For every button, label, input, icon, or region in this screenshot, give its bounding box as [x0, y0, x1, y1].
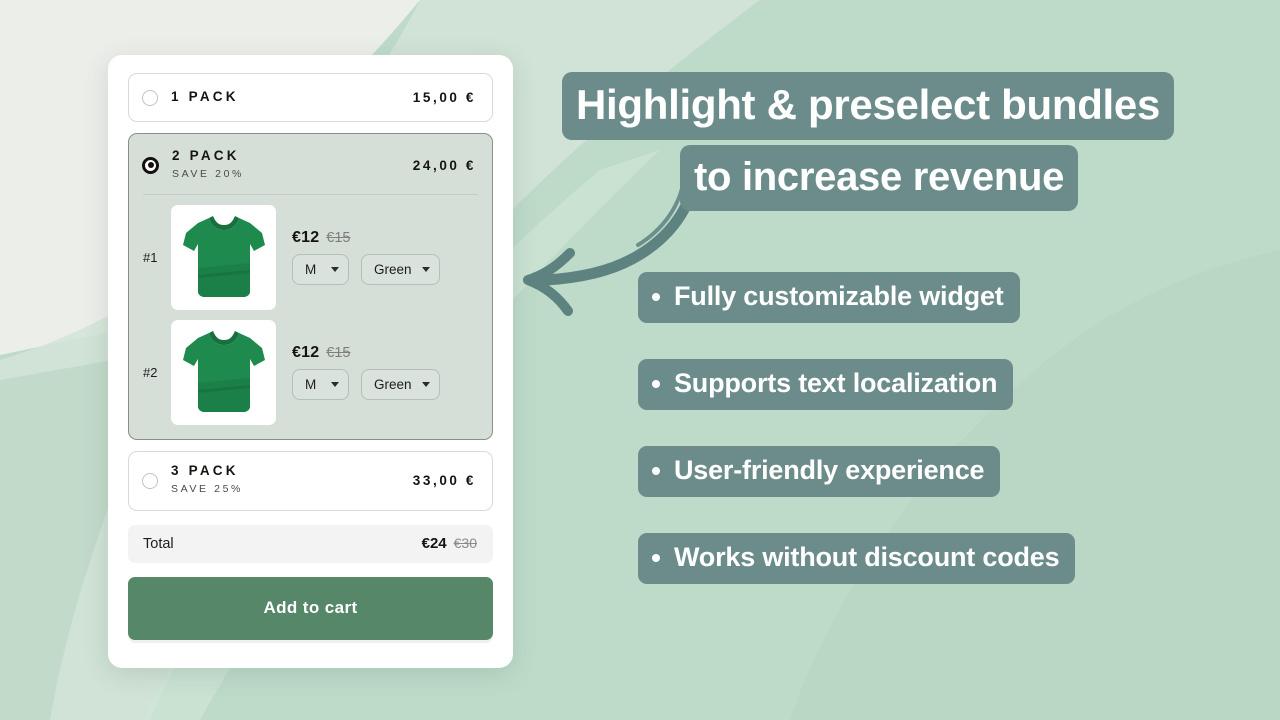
bullet-dot-icon [652, 553, 660, 562]
chevron-down-icon [421, 382, 430, 388]
bundle-option-1-pack[interactable]: 1 PACK 15,00 € [128, 73, 493, 122]
color-select[interactable]: Green [361, 369, 440, 401]
option-price: 24,00 € [412, 157, 476, 173]
item-variant-selectors: M Green [292, 369, 440, 401]
item-prices: €12 €15 [292, 344, 440, 362]
bullet-row: Fully customizable widget [638, 272, 1238, 359]
headline-line-2-wrap: to increase revenue [562, 140, 1234, 211]
option-labels: 1 PACK [171, 89, 239, 106]
color-value: Green [374, 262, 412, 278]
chevron-down-icon [331, 267, 339, 273]
option-labels: 2 PACK SAVE 20% [172, 148, 244, 183]
option-title: 2 PACK [172, 148, 240, 163]
item-index: #2 [143, 364, 158, 380]
size-select[interactable]: M [292, 254, 349, 286]
chevron-down-icon [421, 267, 430, 273]
item-prices: €12 €15 [292, 229, 440, 247]
bullet-dot-icon [652, 466, 660, 475]
bullet-row: Works without discount codes [638, 533, 1238, 620]
feature-bullet: Supports text localization [638, 359, 1014, 410]
option-title: 3 PACK [171, 463, 239, 479]
item-details: €12 €15 M Green [292, 229, 440, 286]
item-price: €12 [292, 344, 320, 362]
add-to-cart-button[interactable]: Add to cart [128, 576, 493, 640]
headline-line-2: to increase revenue [680, 145, 1079, 211]
radio-1-pack[interactable] [142, 89, 158, 106]
total-value: €24 [421, 535, 447, 553]
feature-bullet: Works without discount codes [638, 533, 1076, 584]
tshirt-icon [182, 216, 265, 298]
radio-3-pack[interactable] [142, 472, 158, 489]
bundle-option-2-pack[interactable]: 2 PACK SAVE 20% 24,00 € #1 €12 €15 M Gre… [128, 133, 493, 440]
bundle-item-row: #2 €12 €15 M Green [143, 319, 478, 425]
bullet-dot-icon [652, 379, 660, 388]
radio-2-pack[interactable] [142, 156, 159, 174]
feature-bullet-label: Fully customizable widget [674, 281, 1004, 311]
bullet-row: User-friendly experience [638, 446, 1238, 533]
item-price: €12 [292, 229, 320, 247]
item-compare-price: €15 [326, 345, 351, 362]
total-compare-value: €30 [453, 535, 477, 552]
item-details: €12 €15 M Green [292, 344, 440, 401]
bundle-items-list: #1 €12 €15 M Green #2 €12 €15 M Green [129, 195, 492, 439]
total-values: €24 €30 [422, 535, 477, 552]
feature-bullet-label: Supports text localization [674, 368, 998, 398]
feature-bullet-list: Fully customizable widget Supports text … [638, 272, 1238, 620]
headline-line-1-wrap: Highlight & preselect bundles [562, 72, 1234, 140]
bundle-option-3-pack[interactable]: 3 PACK SAVE 25% 33,00 € [128, 450, 493, 511]
promo-headline: Highlight & preselect bundles to increas… [562, 72, 1234, 211]
option-price: 15,00 € [412, 90, 476, 105]
color-value: Green [374, 377, 412, 393]
bundle-widget-card: 1 PACK 15,00 € 2 PACK SAVE 20% 24,00 € #… [108, 55, 513, 668]
bullet-dot-icon [652, 292, 660, 301]
total-label: Total [143, 535, 174, 552]
feature-bullet-label: User-friendly experience [674, 455, 985, 485]
feature-bullet: Fully customizable widget [638, 272, 1020, 323]
product-thumbnail [171, 319, 276, 425]
chevron-down-icon [331, 382, 339, 388]
option-labels: 3 PACK SAVE 25% [171, 463, 243, 498]
size-select[interactable]: M [292, 369, 349, 401]
size-value: M [305, 377, 317, 393]
size-value: M [305, 262, 317, 278]
feature-bullet: User-friendly experience [638, 446, 1001, 497]
bundle-item-row: #1 €12 €15 M Green [143, 204, 478, 310]
tshirt-icon [182, 331, 265, 413]
feature-bullet-label: Works without discount codes [674, 542, 1060, 572]
item-variant-selectors: M Green [292, 254, 440, 286]
total-row: Total €24 €30 [128, 524, 493, 563]
bullet-row: Supports text localization [638, 359, 1238, 446]
option-price: 33,00 € [412, 473, 476, 489]
option-header[interactable]: 2 PACK SAVE 20% 24,00 € [129, 134, 492, 194]
option-save-badge: SAVE 25% [171, 483, 243, 496]
option-save-badge: SAVE 20% [172, 167, 244, 180]
headline-line-1: Highlight & preselect bundles [562, 72, 1175, 140]
item-index: #1 [143, 249, 158, 265]
color-select[interactable]: Green [361, 254, 440, 286]
product-thumbnail [171, 204, 276, 310]
item-compare-price: €15 [326, 230, 351, 247]
option-title: 1 PACK [171, 89, 239, 105]
